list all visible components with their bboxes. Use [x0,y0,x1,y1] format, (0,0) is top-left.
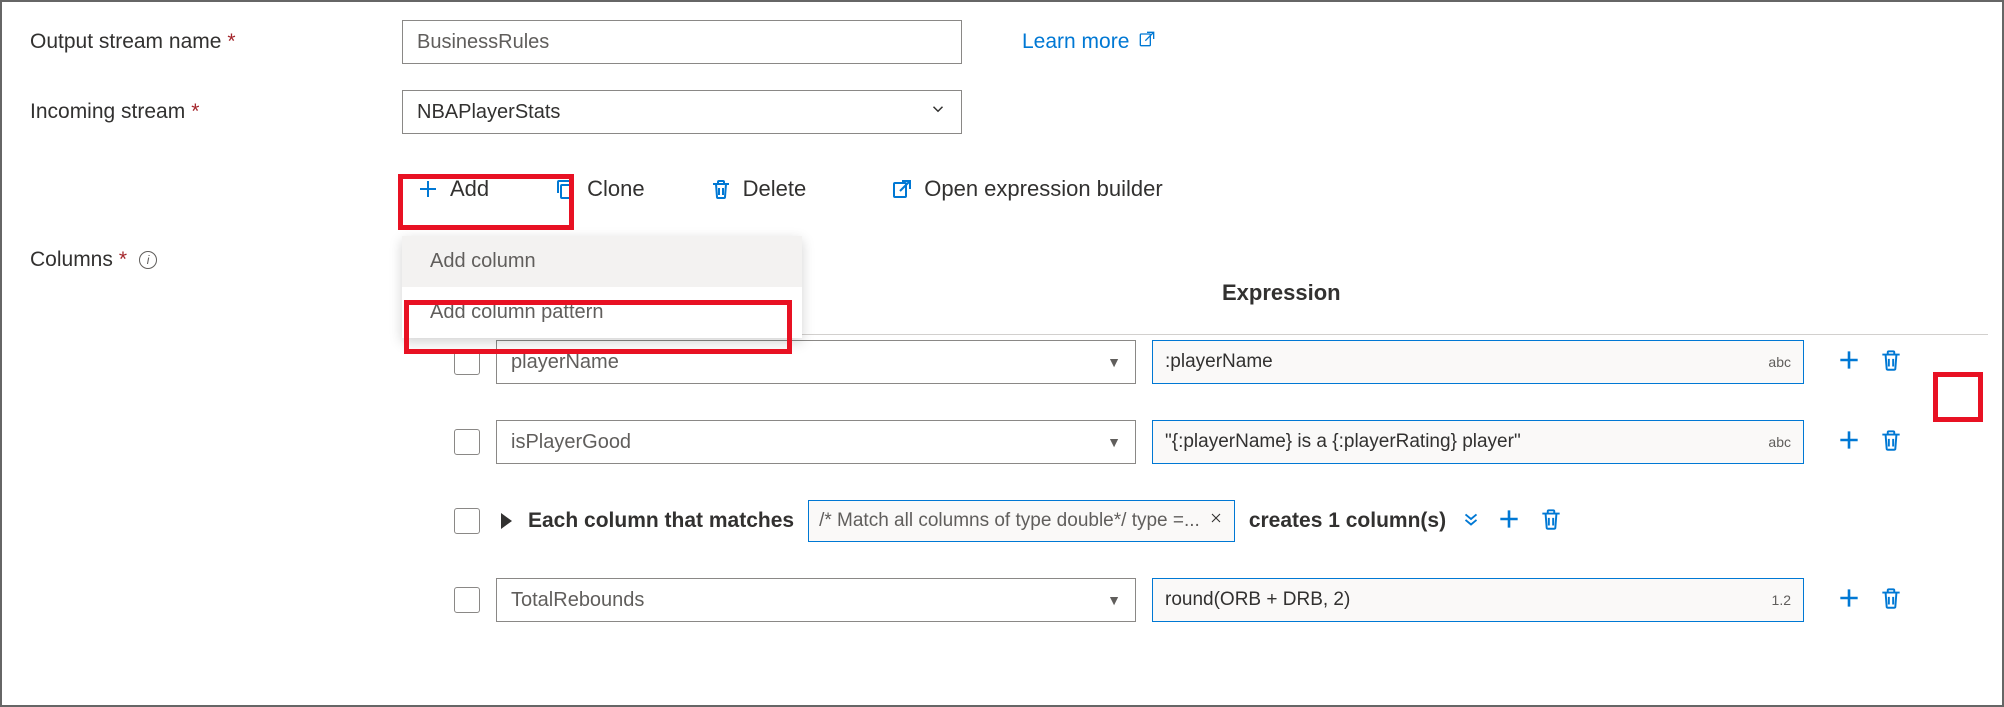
row-checkbox[interactable] [454,508,480,534]
expand-triangle-icon[interactable] [501,513,512,529]
add-button[interactable]: Add [402,170,503,208]
columns-label: Columns * i [30,248,157,272]
trash-icon [1878,585,1904,611]
pattern-suffix: creates 1 column(s) [1249,509,1446,533]
column-row: TotalRebounds ▼ round(ORB + DRB, 2) 1.2 [402,578,1974,622]
delete-row-button[interactable] [1878,347,1904,378]
row-checkbox[interactable] [454,429,480,455]
type-badge: abc [1768,434,1791,450]
add-row-button[interactable] [1836,347,1862,378]
expression-input[interactable]: :playerName abc [1152,340,1804,384]
add-button-label: Add [450,176,489,202]
trash-icon [709,177,733,201]
column-name-value: isPlayerGood [511,431,631,454]
required-asterisk: * [227,30,235,54]
external-link-icon [890,177,914,201]
add-row-button[interactable] [1496,506,1522,537]
clone-button[interactable]: Clone [539,170,658,208]
column-name-select[interactable]: isPlayerGood ▼ [496,420,1136,464]
columns-toolbar: Add Clone Delete Open expression builder [402,170,2002,208]
copy-icon [553,177,577,201]
plus-icon [1836,585,1862,611]
column-name-value: playerName [511,351,619,374]
required-asterisk: * [191,100,199,124]
caret-down-icon: ▼ [1107,354,1121,370]
columns-label-text: Columns [30,248,113,272]
plus-icon [1836,427,1862,453]
add-column-item[interactable]: Add column [402,236,802,287]
info-icon[interactable]: i [139,251,157,269]
learn-more-text: Learn more [1022,30,1129,54]
add-dropdown: Add column Add column pattern [402,236,802,338]
column-row: playerName ▼ :playerName abc [402,340,1974,384]
column-name-select[interactable]: TotalRebounds ▼ [496,578,1136,622]
expression-value: :playerName [1165,351,1273,373]
output-stream-label-text: Output stream name [30,30,221,54]
type-badge: 1.2 [1772,592,1791,608]
column-name-value: TotalRebounds [511,589,644,612]
add-row-button[interactable] [1836,427,1862,458]
trash-icon [1878,427,1904,453]
trash-icon [1878,347,1904,373]
expression-input[interactable]: "{:playerName} is a {:playerRating} play… [1152,420,1804,464]
incoming-stream-label-text: Incoming stream [30,100,185,124]
row-checkbox[interactable] [454,349,480,375]
column-name-select[interactable]: playerName ▼ [496,340,1136,384]
delete-button-label: Delete [743,176,807,202]
learn-more-link[interactable]: Learn more [1022,29,1157,55]
plus-icon [1496,506,1522,532]
delete-row-button[interactable] [1538,506,1564,537]
expression-input[interactable]: round(ORB + DRB, 2) 1.2 [1152,578,1804,622]
output-stream-input[interactable] [402,20,962,64]
chevron-down-icon [929,100,947,124]
open-builder-label: Open expression builder [924,176,1162,202]
incoming-stream-label: Incoming stream * [2,100,302,124]
delete-row-button[interactable] [1878,427,1904,458]
expression-header: Expression [1222,280,1341,306]
caret-down-icon: ▼ [1107,592,1121,608]
trash-icon [1538,506,1564,532]
plus-icon [1836,347,1862,373]
row-checkbox[interactable] [454,587,480,613]
delete-row-button[interactable] [1878,585,1904,616]
open-expression-builder-button[interactable]: Open expression builder [876,170,1176,208]
expression-value: round(ORB + DRB, 2) [1165,589,1350,611]
type-badge: abc [1768,354,1791,370]
output-stream-label: Output stream name * [2,30,302,54]
column-pattern-row: Each column that matches /* Match all co… [402,500,1974,542]
external-link-icon [1137,29,1157,55]
delete-button[interactable]: Delete [695,170,821,208]
plus-icon [416,177,440,201]
clear-icon[interactable] [1208,510,1224,532]
pattern-match-value: /* Match all columns of type double*/ ty… [819,510,1200,532]
pattern-prefix: Each column that matches [528,509,794,533]
clone-button-label: Clone [587,176,644,202]
add-row-button[interactable] [1836,585,1862,616]
add-column-pattern-item[interactable]: Add column pattern [402,287,802,338]
pattern-match-input[interactable]: /* Match all columns of type double*/ ty… [808,500,1235,542]
required-asterisk: * [119,248,127,272]
column-row: isPlayerGood ▼ "{:playerName} is a {:pla… [402,420,1974,464]
caret-down-icon: ▼ [1107,434,1121,450]
expression-value: "{:playerName} is a {:playerRating} play… [1165,431,1521,453]
double-chevron-down-icon[interactable] [1460,508,1482,535]
incoming-stream-value: NBAPlayerStats [417,101,560,124]
incoming-stream-select[interactable]: NBAPlayerStats [402,90,962,134]
